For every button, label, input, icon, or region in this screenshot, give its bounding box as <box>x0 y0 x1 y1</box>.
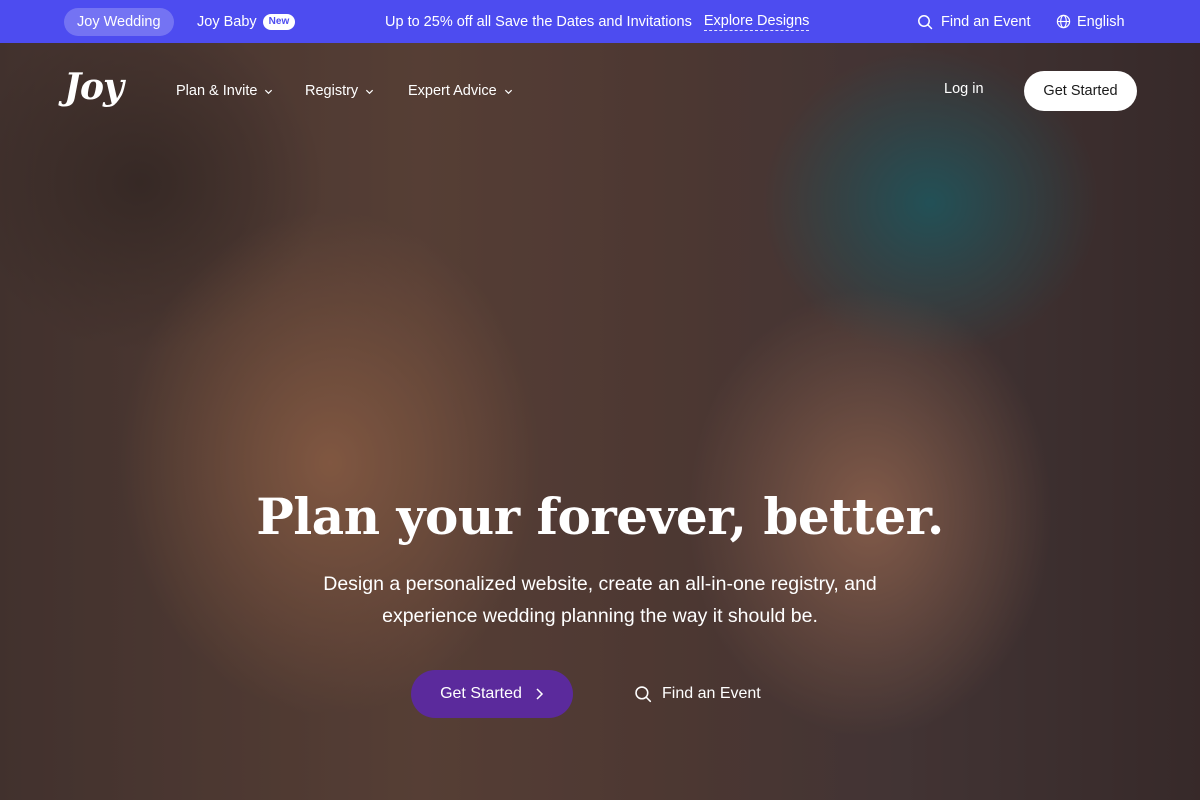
language-selector[interactable]: English <box>1056 0 1125 43</box>
globe-icon <box>1056 14 1071 29</box>
hero-background-image <box>0 43 1200 800</box>
find-event-link[interactable]: Find an Event <box>917 0 1030 43</box>
new-badge: New <box>262 13 296 30</box>
find-event-button[interactable]: Find an Event <box>634 670 761 718</box>
hero-subtitle: Design a personalized website, create an… <box>323 573 877 627</box>
nav-registry-label: Registry <box>305 83 359 99</box>
chevron-down-icon <box>264 87 273 96</box>
find-event-button-label: Find an Event <box>662 685 761 702</box>
nav-registry[interactable]: Registry <box>305 81 374 101</box>
get-started-button[interactable]: Get Started <box>411 670 573 718</box>
tab-joy-wedding[interactable]: Joy Wedding <box>64 8 174 36</box>
hero-overlay <box>0 43 1200 800</box>
search-icon <box>634 685 652 703</box>
tab-joy-baby-label: Joy Baby <box>197 13 257 30</box>
promo-text: Up to 25% off all Save the Dates and Inv… <box>385 13 692 30</box>
promo-message: Up to 25% off all Save the Dates and Inv… <box>385 0 810 43</box>
nav-plan-invite-label: Plan & Invite <box>176 83 258 99</box>
tab-joy-baby[interactable]: Joy Baby New <box>197 0 296 43</box>
promo-bar: Joy Wedding Joy Baby New Up to 25% off a… <box>0 0 1200 43</box>
find-event-label: Find an Event <box>941 13 1031 30</box>
nav-expert-advice-label: Expert Advice <box>408 83 497 99</box>
nav-expert-advice[interactable]: Expert Advice <box>408 81 513 101</box>
get-started-nav-button[interactable]: Get Started <box>1024 71 1137 111</box>
language-label: English <box>1077 13 1125 30</box>
joy-logo[interactable]: Joy <box>64 66 124 108</box>
tab-joy-wedding-label: Joy Wedding <box>77 14 161 30</box>
nav-plan-invite[interactable]: Plan & Invite <box>176 81 273 101</box>
hero-headline: Plan your forever, better. <box>256 487 944 546</box>
login-link[interactable]: Log in <box>944 81 984 97</box>
get-started-label: Get Started <box>440 685 522 702</box>
chevron-right-icon <box>534 687 544 701</box>
chevron-down-icon <box>365 87 374 96</box>
explore-designs-link[interactable]: Explore Designs <box>703 13 810 31</box>
search-icon <box>917 14 933 30</box>
chevron-down-icon <box>504 87 513 96</box>
